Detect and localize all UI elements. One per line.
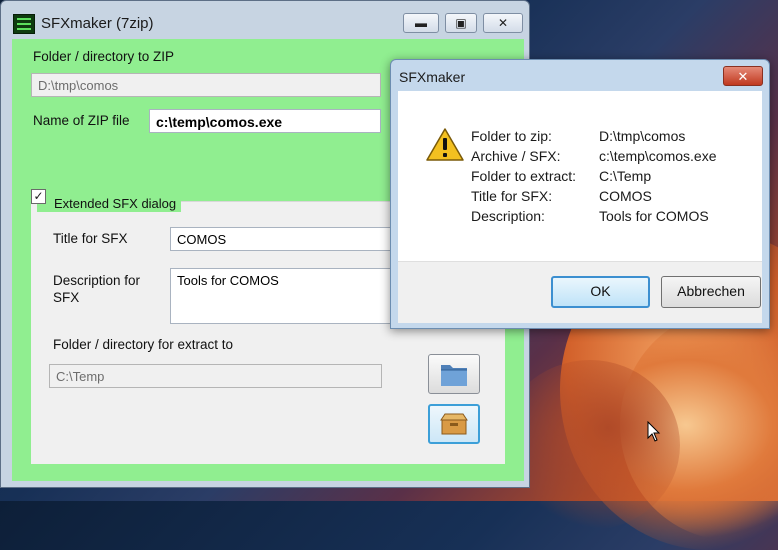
create-sfx-button[interactable] [428,404,480,444]
message-box-title: SFXmaker [399,69,466,85]
row-label: Archive / SFX: [471,148,561,164]
row-value: D:\tmp\comos [599,128,686,144]
row-label: Folder to zip: [471,128,552,144]
app-icon [13,14,35,34]
row-value: COMOS [599,188,652,204]
description-label: Description for SFX [53,273,141,305]
row-value: c:\temp\comos.exe [599,148,717,164]
row-value: C:\Temp [599,168,652,184]
message-box-close-button[interactable]: ✕ [723,66,763,86]
close-icon: ✕ [737,69,749,84]
minimize-icon: ▬ [415,16,427,30]
row-label: Description: [471,208,545,224]
zip-name-label: Name of ZIP file [33,113,130,128]
folder-icon [441,365,467,386]
main-titlebar[interactable]: SFXmaker (7zip) ▬ ▣ ✕ [1,1,529,37]
zip-name-input[interactable]: c:\temp\comos.exe [149,109,381,133]
ok-button[interactable]: OK [551,276,650,308]
folder-to-zip-field[interactable]: D:\tmp\comos [31,73,381,97]
close-button[interactable]: ✕ [483,13,523,33]
extended-sfx-checkbox[interactable]: ✓ [31,189,46,204]
minimize-button[interactable]: ▬ [403,13,439,33]
title-sfx-input[interactable]: COMOS [170,227,392,251]
check-icon: ✓ [33,189,44,203]
row-value: Tools for COMOS [599,208,709,224]
row-label: Folder to extract: [471,168,577,184]
folder-to-zip-label: Folder / directory to ZIP [33,49,175,64]
maximize-icon: ▣ [455,16,467,30]
message-box-body: Folder to zip: D:\tmp\comos Archive / SF… [398,91,762,261]
extract-folder-field[interactable]: C:\Temp [49,364,382,388]
browse-folder-button[interactable] [428,354,480,394]
box-icon [440,413,468,435]
warning-icon [426,128,464,161]
mouse-cursor-icon [647,421,661,442]
description-input[interactable]: Tools for COMOS [170,268,392,324]
window-title: SFXmaker (7zip) [41,15,154,32]
row-label: Title for SFX: [471,188,553,204]
extended-sfx-label: Extended SFX dialog [54,196,177,211]
title-sfx-label: Title for SFX [53,231,128,246]
message-box: SFXmaker ✕ Folder to zip: D:\tmp\comos A… [390,59,770,329]
maximize-button[interactable]: ▣ [445,13,477,33]
cancel-button[interactable]: Abbrechen [661,276,761,308]
extract-folder-label: Folder / directory for extract to [53,337,234,352]
close-icon: ✕ [497,16,509,30]
